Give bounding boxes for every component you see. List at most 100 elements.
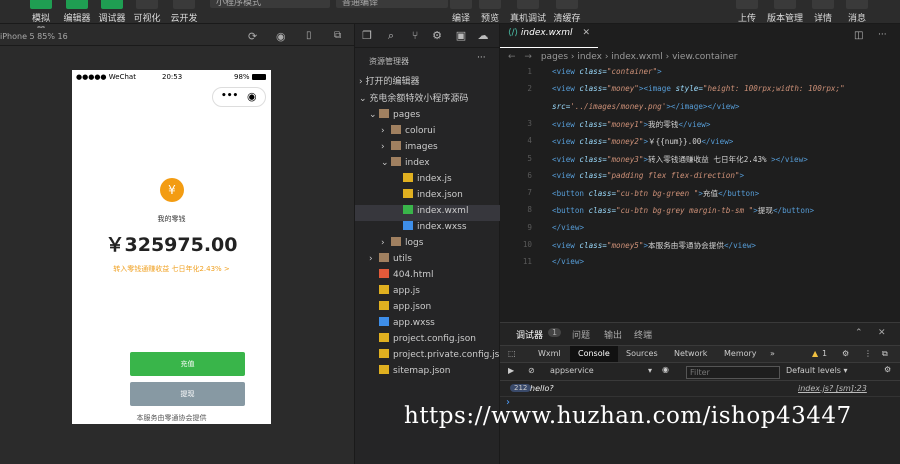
back-icon[interactable]: ←: [508, 52, 516, 62]
messages-button[interactable]: 消息: [846, 0, 868, 24]
more-icon[interactable]: ···: [878, 30, 887, 40]
tree-item[interactable]: index.js: [355, 173, 500, 189]
wxml-file-icon: ⟨/⟩: [508, 28, 521, 38]
code-text: <view class="money1">我的零钱</view>: [552, 119, 711, 129]
cloud-icon[interactable]: ☁: [477, 30, 489, 42]
details-button[interactable]: 详情: [812, 0, 834, 24]
open-editors-section[interactable]: › 打开的编辑器: [359, 74, 419, 90]
mini-program-capsule[interactable]: ••• ◉: [212, 87, 266, 107]
tree-item[interactable]: ⌄ index: [355, 157, 500, 173]
tab-console[interactable]: Console: [570, 346, 618, 362]
git-icon[interactable]: ⑂: [409, 30, 421, 42]
upload-button[interactable]: 上传: [734, 0, 760, 24]
code-line[interactable]: 1 <view class="container">: [500, 67, 900, 84]
compile-button[interactable]: 编译: [450, 0, 472, 24]
kebab-icon[interactable]: ⋮: [864, 349, 872, 358]
tree-item[interactable]: index.wxml: [355, 205, 500, 221]
split-editor-icon[interactable]: ◫: [854, 30, 863, 41]
simulator-button[interactable]: 模拟器: [28, 0, 54, 37]
code-line[interactable]: 6 <view class="padding flex flex-directi…: [500, 171, 900, 188]
withdraw-button[interactable]: 提现: [130, 382, 245, 406]
tab-debugger[interactable]: 调试器: [516, 328, 543, 341]
code-line[interactable]: 9 </view>: [500, 223, 900, 240]
tree-item[interactable]: app.js: [355, 285, 500, 301]
code-line[interactable]: 4 <view class="money2">￥{{num}}.00</view…: [500, 136, 900, 153]
project-section[interactable]: ⌄ 充电余额特效小程序源码: [359, 91, 468, 107]
phone-icon[interactable]: ▯: [306, 30, 312, 41]
tab-index-wxml[interactable]: ⟨/⟩ index.wxml ✕: [500, 28, 599, 48]
tree-item[interactable]: › utils: [355, 253, 500, 269]
files-icon[interactable]: ❐: [361, 30, 373, 42]
eye-icon[interactable]: ◉: [662, 365, 669, 374]
preview-button[interactable]: 预览: [479, 0, 501, 24]
visual-button[interactable]: 可视化: [132, 0, 162, 24]
tree-item[interactable]: sitemap.json: [355, 365, 500, 381]
tree-item[interactable]: › logs: [355, 237, 500, 253]
code-line[interactable]: 10 <view class="money5">本服务由零通协会提供</view…: [500, 240, 900, 257]
close-icon[interactable]: ✕: [878, 328, 886, 338]
search-icon[interactable]: ⌕: [385, 30, 397, 42]
more-icon[interactable]: •••: [221, 91, 238, 101]
tree-item-label: index.json: [417, 190, 463, 200]
tree-item[interactable]: › colorui: [355, 125, 500, 141]
context-select[interactable]: appservice ▾: [550, 366, 652, 379]
tab-memory[interactable]: Memory: [724, 349, 757, 358]
tree-item[interactable]: project.config.json: [355, 333, 500, 349]
settings-icon[interactable]: ⚙: [842, 349, 849, 358]
dock-icon[interactable]: ⧉: [882, 349, 888, 359]
money-rate-link[interactable]: 转入零钱通赚收益 七日年化2.43% >: [72, 264, 271, 274]
tab-output[interactable]: 输出: [604, 328, 622, 341]
code-line[interactable]: src='../images/money.png'></image></view…: [500, 102, 900, 119]
breadcrumb: ← → pages › index › index.wxml › view.co…: [508, 52, 738, 62]
tree-item[interactable]: ⌄ pages: [355, 109, 500, 125]
extensions-icon[interactable]: ▣: [455, 30, 467, 42]
code-line[interactable]: 5 <view class="money3">转入零钱通赚收益 七日年化2.43…: [500, 154, 900, 171]
more-icon[interactable]: ···: [477, 53, 486, 63]
console-filter-input[interactable]: [686, 366, 780, 379]
popout-icon[interactable]: ⧉: [334, 30, 341, 41]
folder-open-icon: [391, 157, 401, 166]
editor-button[interactable]: 编辑器: [62, 0, 92, 24]
log-source-link[interactable]: index.js? [sm]:23: [798, 384, 867, 393]
close-target-icon[interactable]: ◉: [247, 90, 257, 103]
device-select[interactable]: iPhone 5 85% 16: [0, 32, 68, 41]
version-button[interactable]: 版本管理: [764, 0, 806, 24]
clear-cache-button[interactable]: 清缓存: [551, 0, 583, 24]
cloud-dev-button[interactable]: 云开发: [169, 0, 199, 24]
tab-sources[interactable]: Sources: [626, 349, 658, 358]
forward-icon[interactable]: →: [524, 52, 532, 62]
tab-wxml[interactable]: Wxml: [538, 349, 561, 358]
tree-item[interactable]: index.json: [355, 189, 500, 205]
refresh-icon[interactable]: ⟳: [248, 30, 257, 43]
mode-select[interactable]: 小程序模式: [210, 0, 330, 8]
folder-icon: [391, 141, 401, 150]
tab-terminal[interactable]: 终端: [634, 328, 652, 341]
close-icon[interactable]: ✕: [583, 28, 591, 38]
code-line[interactable]: 11 </view>: [500, 257, 900, 274]
compile-select[interactable]: 普通编译: [336, 0, 448, 8]
more-tabs[interactable]: »: [770, 349, 775, 358]
code-line[interactable]: 7 <button class="cu-btn bg-green ">充值</b…: [500, 188, 900, 205]
tree-item[interactable]: index.wxss: [355, 221, 500, 237]
real-debug-button[interactable]: 真机调试: [508, 0, 548, 24]
code-line[interactable]: 3 <view class="money1">我的零钱</view>: [500, 119, 900, 136]
inspect-icon[interactable]: ⬚: [508, 349, 516, 358]
tab-problems[interactable]: 问题: [572, 328, 590, 341]
collapse-icon[interactable]: ⌃: [855, 328, 863, 338]
record-icon[interactable]: ◉: [276, 30, 286, 43]
tree-item[interactable]: app.wxss: [355, 317, 500, 333]
tree-item[interactable]: app.json: [355, 301, 500, 317]
code-line[interactable]: 2 <view class="money"><image style="heig…: [500, 84, 900, 101]
tab-network[interactable]: Network: [674, 349, 707, 358]
debugger-button[interactable]: 调试器: [97, 0, 127, 24]
debug-icon[interactable]: ⚙: [431, 30, 443, 42]
sidebar-toggle-icon[interactable]: ▶: [508, 366, 514, 375]
levels-select[interactable]: Default levels ▾: [786, 366, 866, 375]
tree-item[interactable]: project.private.config.js...: [355, 349, 508, 365]
clear-console-icon[interactable]: ⊘: [528, 366, 535, 375]
settings-icon[interactable]: ⚙: [884, 365, 891, 374]
charge-button[interactable]: 充值: [130, 352, 245, 376]
tree-item[interactable]: 404.html: [355, 269, 500, 285]
tree-item[interactable]: › images: [355, 141, 500, 157]
code-line[interactable]: 8 <button class="cu-btn bg-grey margin-t…: [500, 205, 900, 222]
